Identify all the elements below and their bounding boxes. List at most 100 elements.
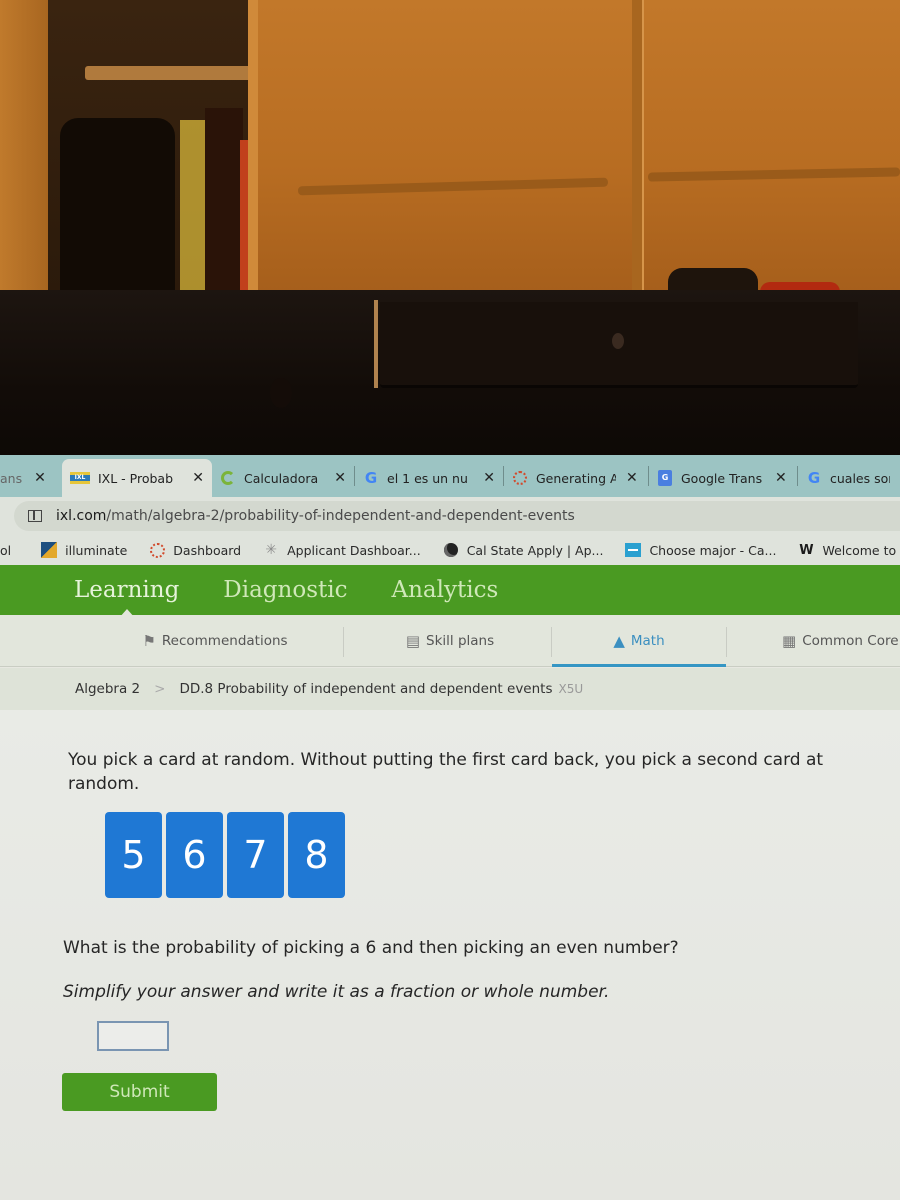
bookmark-choose-major[interactable]: Choose major - Ca... [625, 542, 776, 558]
google-favicon-icon: G [807, 469, 821, 487]
bookmark-label: Cal State Apply | Ap... [466, 542, 604, 558]
subnav-label: Common Core [802, 633, 899, 649]
bookmark-label: Choose major - Ca... [649, 542, 777, 558]
skill-code: X5U [558, 682, 584, 696]
tab-title: Generating A [536, 470, 616, 486]
close-tab-icon[interactable]: ✕ [334, 470, 346, 486]
nav-analytics[interactable]: Analytics [391, 577, 498, 603]
question-intro: You pick a card at random. Without putti… [68, 750, 824, 794]
weebly-icon: W [799, 542, 814, 558]
breadcrumb-parent[interactable]: Algebra 2 [75, 681, 140, 697]
close-tab-icon[interactable]: ✕ [483, 470, 495, 486]
google-translate-favicon-icon: G [657, 470, 673, 486]
ring-favicon-icon [512, 470, 528, 486]
number-card: 8 [288, 812, 345, 898]
globe-icon [443, 542, 459, 558]
ixl-main-nav: Learning Diagnostic Analytics [0, 565, 900, 615]
bookmark-dashboard[interactable]: Dashboard [149, 542, 241, 558]
close-tab-icon[interactable]: ✕ [34, 470, 46, 486]
subnav-skill-plans[interactable]: ▤ Skill plans [350, 615, 550, 667]
skill-plans-icon: ▤ [405, 632, 421, 650]
tab-title: ans [0, 470, 23, 486]
number-card: 5 [105, 812, 162, 898]
nav-learning[interactable]: Learning [74, 577, 179, 603]
hanging-clothes [60, 118, 175, 300]
bookmark-label: illuminate [65, 542, 128, 558]
number-card: 6 [166, 812, 223, 898]
number-card: 7 [227, 812, 284, 898]
browser-tab-active[interactable]: IXL IXL - Probab ✕ [62, 459, 212, 497]
signpost-icon: ⚑ [142, 632, 156, 650]
bookmark-welcome[interactable]: W Welcome to Mr. Ets... [798, 542, 900, 558]
collegemajor-icon [625, 542, 642, 558]
tab-title: cuales son l [830, 470, 890, 486]
close-tab-icon[interactable]: ✕ [192, 470, 204, 486]
clipboard-icon: ▦ [782, 632, 797, 650]
browser-tab[interactable]: G Google Trans ✕ [649, 459, 797, 497]
close-tab-icon[interactable]: ✕ [775, 470, 787, 486]
room-background [0, 0, 900, 304]
closet-wall [0, 0, 48, 300]
tab-title: el 1 es un nu [387, 470, 468, 486]
subnav-divider [726, 627, 727, 657]
door-rail [647, 167, 900, 182]
subnav-label: Skill plans [426, 633, 495, 649]
browser-tab[interactable]: ans ✕ [0, 459, 58, 497]
toolbar: ixl.com/math/algebra-2/probability-of-in… [0, 497, 900, 535]
spark-icon: ✳ [265, 542, 277, 558]
ixl-sub-nav: ⚑ Recommendations ▤ Skill plans ▲ Math ▦… [0, 615, 900, 667]
illuminate-icon [41, 542, 58, 558]
question-prompt: What is the probability of picking a 6 a… [63, 938, 679, 958]
tab-title: IXL - Probab [98, 470, 174, 486]
door-edge [248, 0, 258, 300]
sensor-icon [270, 378, 292, 408]
nav-diagnostic[interactable]: Diagnostic [223, 577, 347, 603]
calculator-favicon-icon [220, 470, 236, 486]
close-tab-icon[interactable]: ✕ [626, 470, 638, 486]
address-bar[interactable]: ixl.com/math/algebra-2/probability-of-in… [14, 501, 900, 531]
ring-icon [149, 542, 165, 558]
tab-title: Google Trans [681, 470, 763, 486]
subnav-math[interactable]: ▲ Math [552, 615, 726, 667]
pyramid-icon: ▲ [613, 632, 625, 650]
bookmarks-bar: ol illuminate Dashboard ✳ Applicant Dash… [0, 535, 900, 565]
subnav-label: Recommendations [161, 633, 288, 649]
breadcrumb-separator-icon: > [154, 681, 166, 697]
door-rail [297, 177, 609, 196]
bookmark-label: Welcome to Mr. Ets... [822, 542, 900, 558]
question-instruction: Simplify your answer and write it as a f… [63, 982, 610, 1002]
answer-input[interactable] [97, 1021, 169, 1051]
subnav-common-core[interactable]: ▦ Common Core [760, 615, 900, 667]
closet-rod [85, 66, 255, 80]
url-path: /math/algebra-2/probability-of-independe… [106, 508, 575, 524]
bookmark-label: Dashboard [173, 542, 242, 558]
bookmark-cal-state-apply[interactable]: Cal State Apply | Ap... [443, 542, 604, 558]
site-info-icon[interactable] [28, 510, 42, 522]
question-panel: You pick a card at random. Without putti… [0, 710, 900, 1200]
ixl-favicon-icon: IXL [70, 472, 90, 484]
bookmark-applicant-dashboard[interactable]: ✳ Applicant Dashboar... [263, 542, 421, 558]
subnav-divider [343, 627, 344, 657]
breadcrumb-skill: DD.8 Probability of independent and depe… [179, 681, 553, 697]
url-domain: ixl.com [56, 508, 107, 524]
card-row: 5 6 7 8 [105, 812, 345, 898]
browser-tab[interactable]: Calculadora ✕ [212, 459, 354, 497]
browser-tab[interactable]: G el 1 es un nu ✕ [355, 459, 503, 497]
tab-title: Calculadora [244, 470, 319, 486]
browser-tab[interactable]: Generating A ✕ [504, 459, 648, 497]
breadcrumb: Algebra 2 > DD.8 Probability of independ… [0, 668, 900, 710]
bookmark-illuminate[interactable]: illuminate [41, 542, 127, 558]
bookmark-item[interactable]: ol [0, 543, 11, 558]
door-split [632, 0, 642, 300]
subnav-recommendations[interactable]: ⚑ Recommendations [120, 615, 310, 667]
bookmark-label: Applicant Dashboar... [287, 542, 421, 558]
bookmark-label: ol [0, 542, 12, 558]
webcam-icon [612, 333, 624, 349]
bezel-edge [374, 300, 378, 388]
tab-strip: ans ✕ IXL IXL - Probab ✕ Calculadora ✕ G… [0, 455, 900, 497]
subnav-label: Math [630, 633, 665, 649]
google-favicon-icon: G [364, 469, 378, 487]
submit-button[interactable]: Submit [62, 1073, 217, 1111]
hanging-clothes [205, 108, 243, 300]
browser-tab[interactable]: G cuales son l [798, 459, 898, 497]
